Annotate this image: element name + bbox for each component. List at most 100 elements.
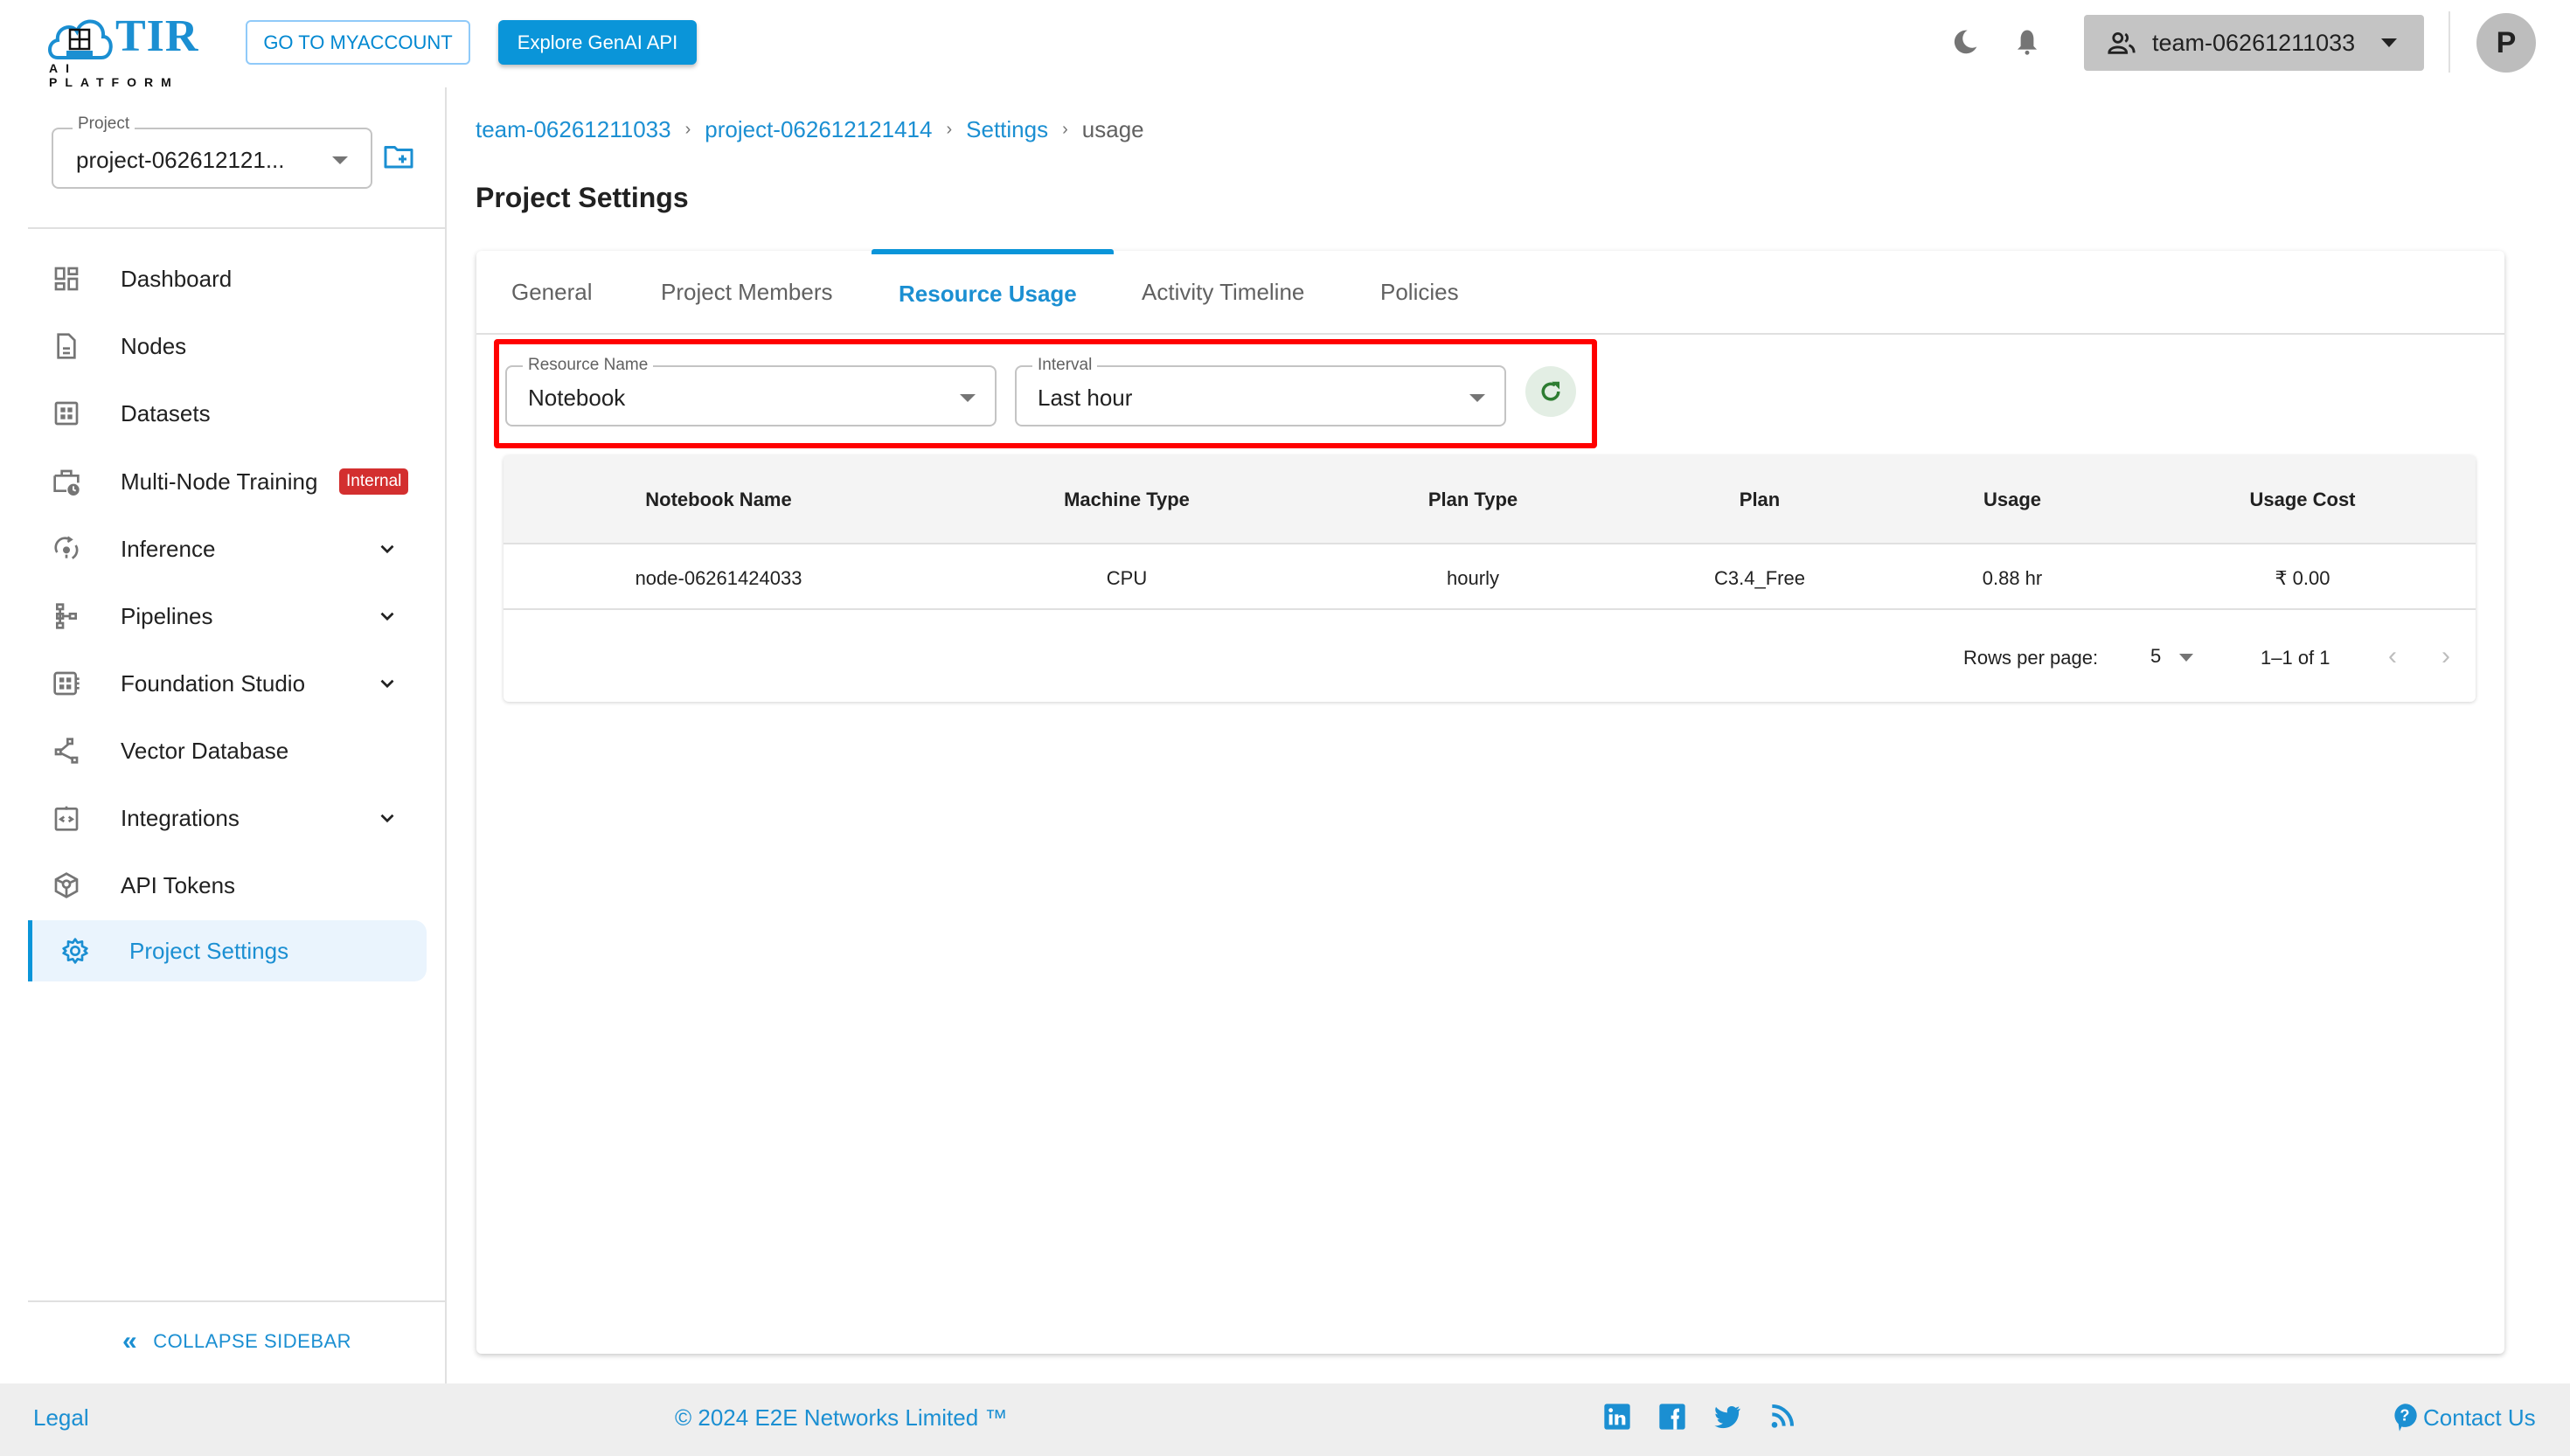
header-divider [2448, 11, 2450, 73]
explore-genai-api-button[interactable]: Explore GenAI API [498, 20, 697, 65]
project-select[interactable]: Project project-062612121... [52, 114, 372, 189]
dashboard-icon [54, 267, 79, 291]
column-header-usage-cost[interactable]: Usage Cost [2249, 489, 2355, 511]
bell-icon [2017, 30, 2038, 55]
sidebar-item-dashboard[interactable]: Dashboard [28, 248, 427, 309]
breadcrumb-settings[interactable]: Settings [966, 116, 1048, 143]
moon-icon [1954, 30, 1977, 54]
sidebar: Project project-062612121... Dashboard N… [0, 87, 447, 1383]
rows-per-page-select[interactable]: 5 [2150, 645, 2161, 668]
tir-logo[interactable]: TIR AI PLATFORM [45, 10, 212, 89]
inference-icon [54, 536, 79, 559]
previous-page-button[interactable]: ‹ [2388, 641, 2397, 671]
cell-notebook-name: node-06261424033 [635, 567, 802, 589]
tab-resource-usage[interactable]: Resource Usage [899, 281, 1077, 308]
document-icon [57, 333, 76, 359]
chevron-down-icon[interactable] [376, 672, 399, 695]
resource-name-label: Resource Name [523, 356, 654, 375]
dark-mode-toggle[interactable] [1948, 24, 1983, 59]
tab-bar: General Project Members Resource Usage A… [476, 249, 2504, 335]
grid-icon [54, 401, 79, 426]
sidebar-item-api-tokens[interactable]: API Tokens [28, 855, 427, 916]
caret-down-icon [2381, 38, 2398, 47]
resource-name-select[interactable]: Resource Name Notebook [505, 356, 997, 426]
create-project-button[interactable] [383, 143, 414, 174]
breadcrumb-current: usage [1081, 116, 1144, 142]
linkedin-icon[interactable] [1603, 1403, 1631, 1431]
cell-plan: C3.4_Free [1714, 567, 1805, 589]
interval-value: Last hour [1038, 385, 1133, 411]
caret-down-icon [960, 394, 976, 402]
interval-select[interactable]: Interval Last hour [1015, 356, 1506, 426]
sidebar-item-label: Pipelines [121, 602, 213, 629]
legal-link[interactable]: Legal [33, 1404, 89, 1432]
go-to-myaccount-button[interactable]: GO TO MYACCOUNT [246, 20, 470, 65]
pipeline-icon [56, 603, 77, 629]
sidebar-item-label: Project Settings [129, 937, 289, 964]
tab-general[interactable]: General [511, 279, 593, 306]
contact-us-link[interactable]: ? Contact Us [2392, 1403, 2536, 1432]
project-select-label: Project [73, 114, 135, 134]
gear-icon [62, 938, 88, 964]
cell-plan-type: hourly [1447, 567, 1499, 589]
caret-down-icon[interactable] [2179, 654, 2193, 662]
sidebar-item-vector-database[interactable]: Vector Database [28, 720, 427, 781]
sidebar-item-datasets[interactable]: Datasets [28, 383, 427, 444]
column-header-plan[interactable]: Plan [1740, 489, 1780, 511]
facebook-icon[interactable] [1658, 1403, 1686, 1431]
interval-label: Interval [1032, 356, 1098, 375]
footer: Legal © 2024 E2E Networks Limited ™ ? Co… [0, 1383, 2570, 1456]
cloud-logo-icon [48, 19, 113, 59]
column-header-notebook-name[interactable]: Notebook Name [645, 489, 791, 511]
column-header-plan-type[interactable]: Plan Type [1428, 489, 1518, 511]
sidebar-item-nodes[interactable]: Nodes [28, 315, 427, 377]
active-tab-indicator [872, 249, 1114, 254]
breadcrumb-separator: › [684, 120, 691, 139]
sidebar-item-foundation-studio[interactable]: Foundation Studio [28, 653, 427, 714]
user-avatar[interactable]: P [2476, 13, 2536, 73]
tab-policies[interactable]: Policies [1380, 279, 1459, 306]
tab-activity-timeline[interactable]: Activity Timeline [1142, 279, 1304, 306]
tab-project-members[interactable]: Project Members [661, 279, 833, 306]
internal-badge: Internal [339, 468, 409, 495]
help-icon: ? [2394, 1404, 2417, 1432]
token-icon [54, 872, 79, 898]
breadcrumb-team[interactable]: team-06261211033 [476, 116, 671, 143]
chip-icon [53, 671, 80, 696]
notifications-button[interactable] [2010, 24, 2045, 59]
sidebar-item-project-settings[interactable]: Project Settings [28, 920, 427, 981]
column-header-machine-type[interactable]: Machine Type [1064, 489, 1190, 511]
column-header-usage[interactable]: Usage [1983, 489, 2041, 511]
sidebar-item-integrations[interactable]: Integrations [28, 787, 427, 849]
team-selector[interactable]: team-06261211033 [2084, 15, 2424, 71]
pagination-range: 1–1 of 1 [2261, 647, 2330, 669]
chevron-down-icon[interactable] [376, 537, 399, 560]
table-pagination: Rows per page: 5 1–1 of 1 ‹ › [504, 612, 2476, 702]
sidebar-item-pipelines[interactable]: Pipelines [28, 586, 427, 647]
double-chevron-left-icon: « [122, 1327, 138, 1355]
collapse-sidebar-button[interactable]: « COLLAPSE SIDEBAR [122, 1327, 351, 1356]
chevron-down-icon[interactable] [376, 807, 399, 829]
rows-per-page-label: Rows per page: [1963, 647, 2099, 669]
page-title: Project Settings [476, 182, 689, 213]
svg-text:?: ? [2400, 1407, 2409, 1425]
cell-usage-cost: ₹ 0.00 [2275, 567, 2330, 589]
twitter-icon[interactable] [1713, 1403, 1741, 1431]
sidebar-item-label: Integrations [121, 804, 240, 831]
sidebar-item-label: Dashboard [121, 265, 233, 292]
table-header: Notebook Name Machine Type Plan Type Pla… [504, 455, 2476, 544]
chevron-down-icon[interactable] [376, 605, 399, 627]
collapse-sidebar-label: COLLAPSE SIDEBAR [153, 1330, 352, 1352]
next-page-button[interactable]: › [2442, 641, 2450, 671]
table-row[interactable]: node-06261424033 CPU hourly C3.4_Free 0.… [504, 544, 2476, 610]
refresh-icon [1541, 381, 1560, 401]
code-clipboard-icon [54, 806, 79, 831]
breadcrumb-project[interactable]: project-062612121414 [705, 116, 932, 143]
resource-name-value: Notebook [528, 385, 626, 411]
cell-machine-type: CPU [1106, 567, 1148, 589]
sidebar-item-label: Foundation Studio [121, 669, 306, 697]
sidebar-item-inference[interactable]: Inference [28, 518, 427, 579]
rss-icon[interactable] [1768, 1403, 1796, 1431]
refresh-button[interactable] [1525, 366, 1576, 417]
sidebar-item-multi-node-training[interactable]: Multi-Node Training Internal [28, 451, 427, 512]
